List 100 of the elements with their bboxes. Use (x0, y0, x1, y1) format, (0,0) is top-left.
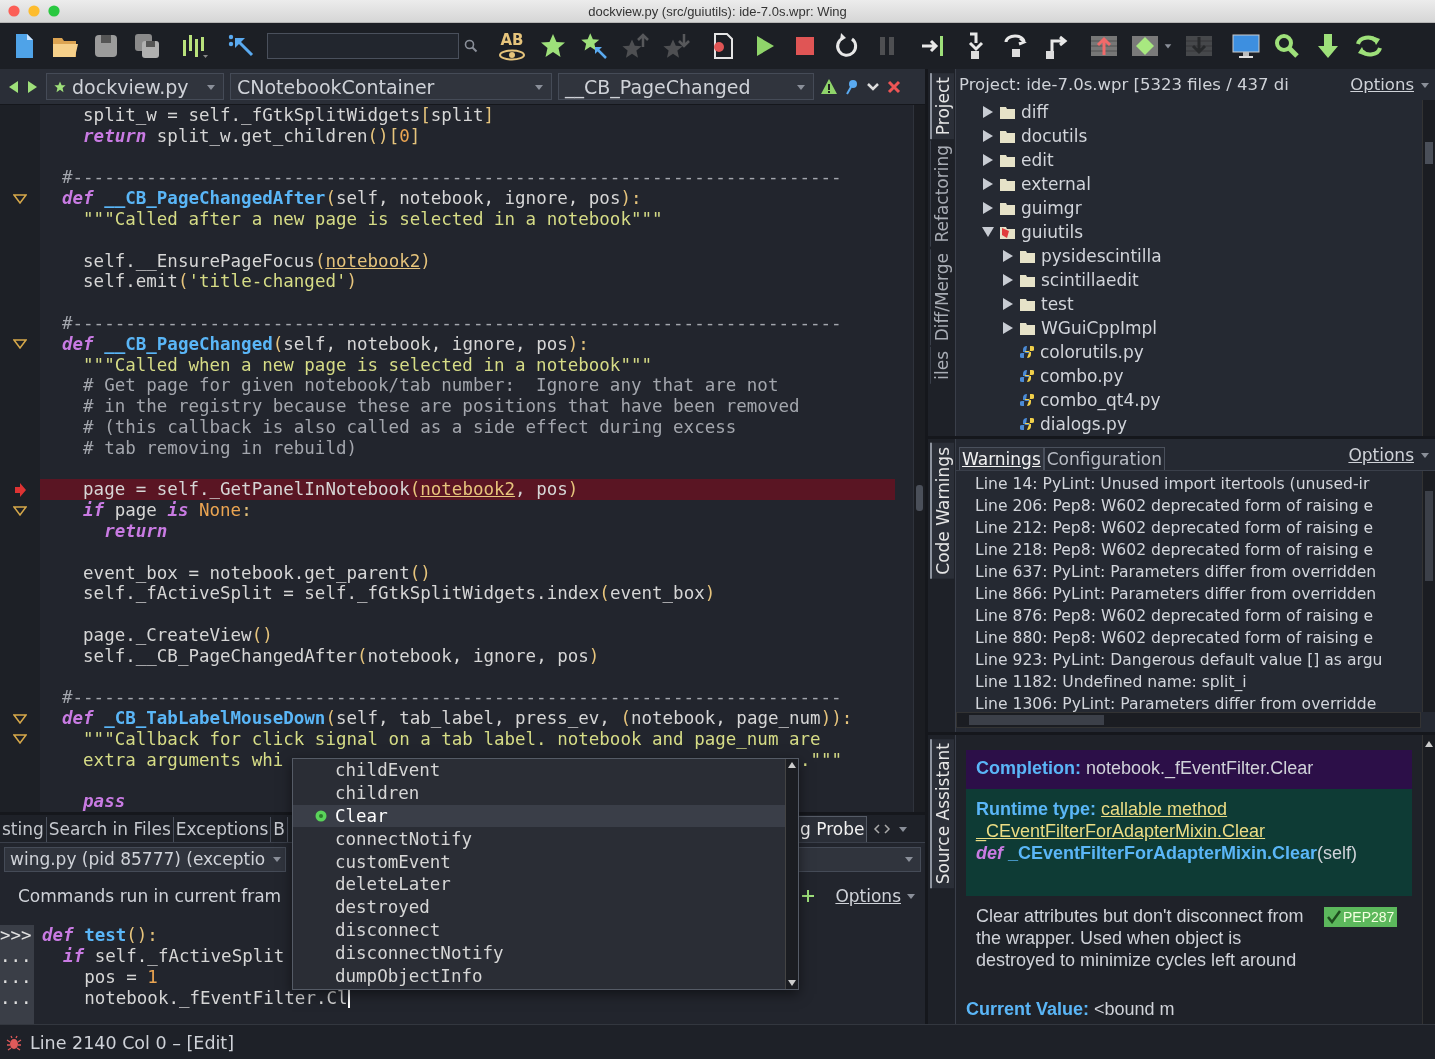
method-dropdown[interactable]: __CB_PageChanged (558, 73, 814, 100)
side-tab[interactable]: Code Warnings (929, 443, 954, 579)
vertical-scrollbar[interactable] (785, 759, 798, 989)
tree-item[interactable]: docutils (956, 124, 1422, 148)
completion-item[interactable]: destroyed (293, 895, 785, 919)
disks-icon[interactable] (132, 31, 162, 61)
warning-item[interactable]: Line 880: Pep8: W602 deprecated form of raising e (975, 627, 1422, 649)
vertical-scrollbar[interactable] (1422, 735, 1435, 1024)
scroll-up-arrow-icon[interactable] (1425, 741, 1433, 747)
tree-item[interactable]: diff (956, 100, 1422, 124)
code-line: self.__CB_PageChangedAfter(notebook, ignore, pos) (82, 645, 600, 667)
search-icon[interactable] (464, 39, 478, 53)
tree-item[interactable]: test (956, 292, 1422, 316)
completion-item[interactable]: dumpObjectInfo (293, 964, 785, 987)
tree-item[interactable]: combo_qt4.py (956, 388, 1422, 412)
spell-check-button[interactable]: AB (497, 29, 527, 63)
vertical-scrollbar[interactable] (913, 105, 925, 813)
options-menu[interactable]: Options (1350, 75, 1431, 94)
fold-marker-icon[interactable] (13, 734, 27, 745)
tree-item[interactable]: guimgr (956, 196, 1422, 220)
tree-item[interactable]: guiutils (956, 220, 1422, 244)
collapsed-triangle-icon[interactable] (982, 154, 994, 166)
warning-item[interactable]: Line 866: PyLint: Parameters differ from overridden (975, 583, 1422, 605)
tree-item[interactable]: combo.py (956, 364, 1422, 388)
completion-item[interactable]: children (293, 781, 785, 805)
collapsed-triangle-icon[interactable] (982, 130, 994, 142)
warning-item[interactable]: Line 1182: Undefined name: split_i (975, 671, 1422, 693)
search-field[interactable] (267, 33, 459, 59)
link[interactable]: callable method (1101, 799, 1228, 819)
collapsed-triangle-icon[interactable] (1002, 298, 1014, 310)
tree-item[interactable]: colorutils.py (956, 340, 1422, 364)
plus-icon[interactable] (801, 889, 816, 904)
tree-item[interactable]: external (956, 172, 1422, 196)
completion-item[interactable]: Clear (293, 804, 785, 828)
tab[interactable]: Exceptions (173, 817, 272, 843)
completion-item[interactable]: connectNotify (293, 827, 785, 851)
scroll-down-arrow-icon[interactable] (788, 980, 796, 986)
collapsed-triangle-icon[interactable] (1002, 274, 1014, 286)
collapsed-triangle-icon[interactable] (982, 106, 994, 118)
warning-item[interactable]: Line 206: Pep8: W602 deprecated form of raising e (975, 495, 1422, 517)
collapsed-triangle-icon[interactable] (982, 178, 994, 190)
tab[interactable]: B (271, 817, 289, 843)
options-menu[interactable]: Options (835, 886, 917, 907)
options-menu[interactable]: Options (1348, 444, 1431, 465)
fold-marker-icon[interactable] (13, 505, 27, 516)
breakpoint-arrow-icon[interactable] (14, 482, 26, 497)
pin-icon[interactable] (844, 77, 860, 96)
warning-item[interactable]: Line 923: PyLint: Dangerous default value [] as argu (975, 649, 1422, 671)
collapsed-triangle-icon[interactable] (982, 202, 994, 214)
side-tab[interactable]: Refactoring (930, 141, 953, 247)
file-dropdown[interactable]: dockview.py (46, 73, 224, 100)
completion-item[interactable]: childEvent (293, 759, 785, 782)
tab[interactable]: Search in Files (46, 817, 174, 843)
warning-icon[interactable] (820, 77, 838, 96)
warning-item[interactable]: Line 218: Pep8: W602 deprecated form of raising e (975, 539, 1422, 561)
collapsed-triangle-icon[interactable] (1002, 250, 1014, 262)
horizontal-scrollbar[interactable] (956, 712, 1421, 728)
vertical-scrollbar[interactable] (1422, 471, 1435, 712)
bug-icon[interactable] (6, 1035, 22, 1051)
tree-item[interactable]: edit (956, 148, 1422, 172)
tab[interactable]: g Probe (797, 816, 868, 843)
close-icon[interactable] (886, 78, 902, 95)
caret-icon[interactable] (1163, 41, 1173, 51)
fold-marker-icon[interactable] (13, 339, 27, 350)
code-fragment: .""" (800, 749, 843, 771)
link[interactable]: _CEventFilterForAdapterMixin.Clear (976, 821, 1266, 841)
warning-item[interactable]: Line 637: PyLint: Parameters differ from overridden (975, 561, 1422, 583)
completion-item[interactable]: disconnect (293, 918, 785, 942)
fold-marker-icon[interactable] (13, 713, 27, 724)
star-pointer-icon[interactable] (579, 31, 609, 61)
fold-marker-icon[interactable] (13, 193, 27, 204)
side-tab[interactable]: iles (930, 347, 953, 384)
side-tab[interactable]: Diff/Merge (930, 248, 953, 346)
completion-item[interactable]: customEvent (293, 850, 785, 873)
completion-label: Completion: (976, 758, 1081, 778)
monitor-icon[interactable] (1231, 31, 1261, 61)
tree-item[interactable]: dialogs.py (956, 412, 1422, 436)
tab[interactable]: sting (0, 817, 47, 843)
method-dot-icon (315, 810, 327, 822)
tree-item[interactable]: WGuiCppImpl (956, 316, 1422, 340)
warning-item[interactable]: Line 1306: PyLint: Parameters differ from overridde (975, 693, 1422, 712)
scope-dropdown[interactable]: CNotebookContainer (230, 73, 552, 100)
completion-item[interactable]: disconnectNotify (293, 941, 785, 965)
tab[interactable]: Configuration (1043, 447, 1166, 470)
folder-icon (1000, 177, 1015, 191)
expanded-triangle-icon[interactable] (982, 226, 994, 238)
process-dropdown[interactable]: wing.py (pid 85777) (exceptio (4, 846, 286, 872)
scroll-arrows-icon[interactable] (873, 823, 892, 836)
tab[interactable]: Warnings (959, 447, 1044, 470)
vertical-scrollbar[interactable] (1422, 100, 1435, 436)
tree-item[interactable]: pysidescintilla (956, 244, 1422, 268)
warning-item[interactable]: Line 876: Pep8: W602 deprecated form of raising e (975, 605, 1422, 627)
tree-item[interactable]: scintillaedit (956, 268, 1422, 292)
side-tab[interactable]: Project (929, 73, 954, 140)
completion-item[interactable]: deleteLater (293, 873, 785, 896)
warning-item[interactable]: Line 14: PyLint: Unused import itertools (unused-ir (975, 473, 1422, 495)
side-tab[interactable]: Source Assistant (929, 739, 954, 889)
collapsed-triangle-icon[interactable] (1002, 322, 1014, 334)
scroll-up-arrow-icon[interactable] (788, 762, 796, 768)
warning-item[interactable]: Line 212: Pep8: W602 deprecated form of raising e (975, 517, 1422, 539)
